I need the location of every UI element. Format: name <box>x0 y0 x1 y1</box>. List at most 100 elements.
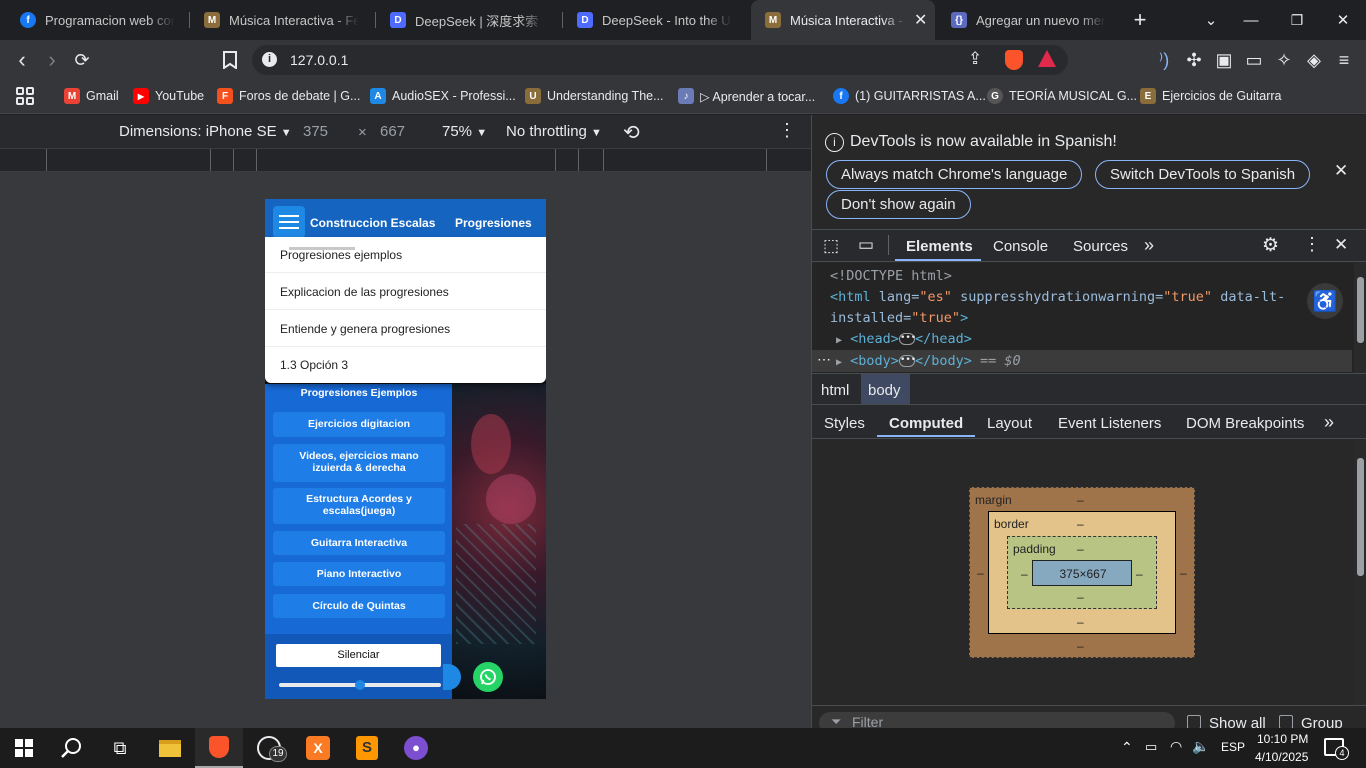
language-indicator[interactable]: ESP <box>1221 740 1245 754</box>
windows-start-icon[interactable] <box>0 728 48 768</box>
group-checkbox[interactable] <box>1279 715 1293 729</box>
width-input[interactable]: 375 <box>303 123 328 140</box>
bookmark-icon[interactable] <box>218 48 242 72</box>
menu-icon[interactable]: ≡ <box>1332 48 1356 72</box>
dont-show-again-button[interactable]: Don't show again <box>826 190 971 219</box>
menu-item-ejercicios-digitacion[interactable]: Ejercicios digitacion <box>273 412 445 437</box>
search-icon[interactable] <box>48 728 96 768</box>
close-infobar-icon[interactable]: ✕ <box>1334 161 1348 181</box>
subtab-layout[interactable]: Layout <box>987 415 1032 432</box>
dom-html-line[interactable]: <html lang="es" suppresshydrationwarning… <box>830 289 1285 305</box>
file-explorer-icon[interactable] <box>146 728 194 768</box>
dom-head-line[interactable]: ▶ <head>•••</head> <box>836 331 972 347</box>
more-tabs-icon[interactable]: » <box>1144 235 1154 256</box>
dropdown-item[interactable]: 1.3 Opción 3 <box>265 347 546 383</box>
rotate-icon[interactable]: ⟲ <box>623 120 640 145</box>
bookmark-ejercicios[interactable]: E Ejercicios de Guitarra <box>1140 86 1282 106</box>
margin-right-value[interactable]: – <box>1180 566 1187 580</box>
margin-bottom-value[interactable]: – <box>1077 639 1084 653</box>
height-input[interactable]: 667 <box>380 123 405 140</box>
bookmark-aprender[interactable]: ♪ ▷ Aprender a tocar... <box>678 86 815 106</box>
hamburger-icon[interactable] <box>273 206 305 238</box>
share-icon[interactable]: ⇪ <box>968 49 982 69</box>
switch-to-spanish-button[interactable]: Switch DevTools to Spanish <box>1095 160 1311 189</box>
bookmark-teoria[interactable]: G TEORÍA MUSICAL G... <box>987 86 1137 106</box>
expand-triangle-icon[interactable]: ▶ <box>836 357 842 368</box>
settings-gear-icon[interactable]: ⚙ <box>1262 234 1279 257</box>
github-icon[interactable]: ● <box>392 728 440 768</box>
menu-item-guitarra-interactiva[interactable]: Guitarra Interactiva <box>273 531 445 555</box>
volume-thumb[interactable] <box>355 680 365 690</box>
extensions-icon[interactable]: ✣ <box>1182 48 1206 72</box>
dropdown-item[interactable]: Progresiones ejemplos <box>265 237 546 273</box>
bookmark-foros[interactable]: F Foros de debate | G... <box>217 86 360 106</box>
back-icon[interactable]: ‹ <box>10 47 34 72</box>
apps-icon[interactable] <box>16 86 34 106</box>
ellipsis-icon[interactable]: ••• <box>898 355 916 367</box>
bookmark-youtube[interactable]: ▶ YouTube <box>133 86 204 106</box>
content-size[interactable]: 375×667 <box>1033 567 1133 581</box>
dom-body-line[interactable]: ▶ <body>•••</body> == $0 <box>836 353 1021 369</box>
restore-icon[interactable]: ❐ <box>1274 0 1320 40</box>
brave-shield-icon[interactable] <box>1005 50 1023 70</box>
close-devtools-icon[interactable]: ✕ <box>1334 235 1348 255</box>
expand-triangle-icon[interactable]: ▶ <box>836 335 842 346</box>
tab-3[interactable]: D DeepSeek | 深度求索 <box>376 0 562 40</box>
show-all-checkbox[interactable] <box>1187 715 1201 729</box>
subtab-computed[interactable]: Computed <box>889 415 963 432</box>
address-bar[interactable]: i 127.0.0.1 ⇪ <box>252 45 1068 75</box>
minimize-icon[interactable]: — <box>1228 0 1274 40</box>
breadcrumb-html[interactable]: html <box>821 382 849 399</box>
border-bottom-value[interactable]: – <box>1077 615 1084 629</box>
show-hidden-icons[interactable]: ⌃ <box>1121 739 1133 756</box>
volume-icon[interactable]: 🔈 <box>1192 738 1209 755</box>
nav-progresiones[interactable]: Progresiones <box>455 216 532 230</box>
bookmark-audiosex[interactable]: A AudioSEX - Professi... <box>370 86 516 106</box>
more-subtabs-icon[interactable]: » <box>1324 412 1334 433</box>
padding-left-value[interactable]: – <box>1021 567 1028 581</box>
box-model-padding[interactable]: padding – – – – 375×667 <box>1007 536 1157 609</box>
leo-ai-icon[interactable]: ✧ <box>1272 48 1296 72</box>
inspect-element-icon[interactable]: ⬚ <box>823 236 839 256</box>
dom-scrollbar[interactable] <box>1354 263 1366 373</box>
always-match-language-button[interactable]: Always match Chrome's language <box>826 160 1083 189</box>
clock-date[interactable]: 4/10/2025 <box>1255 750 1308 764</box>
accessibility-icon[interactable]: ♿ <box>1307 283 1343 319</box>
xampp-icon[interactable]: X <box>294 728 342 768</box>
margin-top-value[interactable]: – <box>1077 493 1084 507</box>
dom-html-line-2[interactable]: installed="true"> <box>830 310 968 326</box>
tab-1[interactable]: f Programacion web con php <box>6 0 192 40</box>
notifications-icon[interactable]: 4 <box>1324 738 1349 760</box>
subtab-styles[interactable]: Styles <box>824 415 865 432</box>
tab-4[interactable]: D DeepSeek - Into the Unknown <box>563 0 749 40</box>
speech-icon[interactable]: ⁾) <box>1152 48 1176 72</box>
tab-5-active[interactable]: M Música Interactiva - Felipe ✕ <box>751 0 935 40</box>
sublime-text-icon[interactable]: S <box>343 728 391 768</box>
dom-doctype[interactable]: <!DOCTYPE html> <box>830 268 952 284</box>
mute-button[interactable]: Silenciar <box>276 644 441 667</box>
menu-item-circulo-quintas[interactable]: Círculo de Quintas <box>273 594 445 618</box>
subtab-dom-breakpoints[interactable]: DOM Breakpoints <box>1186 415 1304 432</box>
subtab-event-listeners[interactable]: Event Listeners <box>1058 415 1161 432</box>
whatsapp-icon[interactable] <box>473 662 503 692</box>
wallet-icon[interactable]: ▭ <box>1242 48 1266 72</box>
device-toggle-icon[interactable]: ▭ <box>858 235 874 255</box>
task-view-icon[interactable]: ⧉ <box>96 728 144 768</box>
battery-icon[interactable]: ▭ <box>1145 739 1157 755</box>
new-tab-icon[interactable]: + <box>1118 0 1162 40</box>
box-model-border[interactable]: border – – padding – – – – 375×667 <box>988 511 1176 634</box>
padding-bottom-value[interactable]: – <box>1077 590 1084 604</box>
row-menu-icon[interactable]: ⋯ <box>817 351 831 368</box>
kebab-menu-icon[interactable]: ⋮ <box>1303 234 1321 255</box>
forward-icon[interactable]: › <box>40 47 64 72</box>
menu-item-videos[interactable]: Videos, ejercicios mano izuierda & derec… <box>273 444 445 482</box>
margin-left-value[interactable]: – <box>977 566 984 580</box>
tab-sources[interactable]: Sources <box>1073 238 1128 255</box>
menu-item-estructura-acordes[interactable]: Estructura Acordes y escalas(juega) <box>273 488 445 524</box>
border-top-value[interactable]: – <box>1077 517 1084 531</box>
brave-rewards-icon[interactable] <box>1038 50 1056 67</box>
device-select[interactable]: Dimensions: iPhone SE ▼ <box>119 123 292 140</box>
volume-slider[interactable] <box>279 680 441 690</box>
tab-2[interactable]: M Música Interactiva - Felipe <box>190 0 376 40</box>
padding-right-value[interactable]: – <box>1136 567 1143 581</box>
